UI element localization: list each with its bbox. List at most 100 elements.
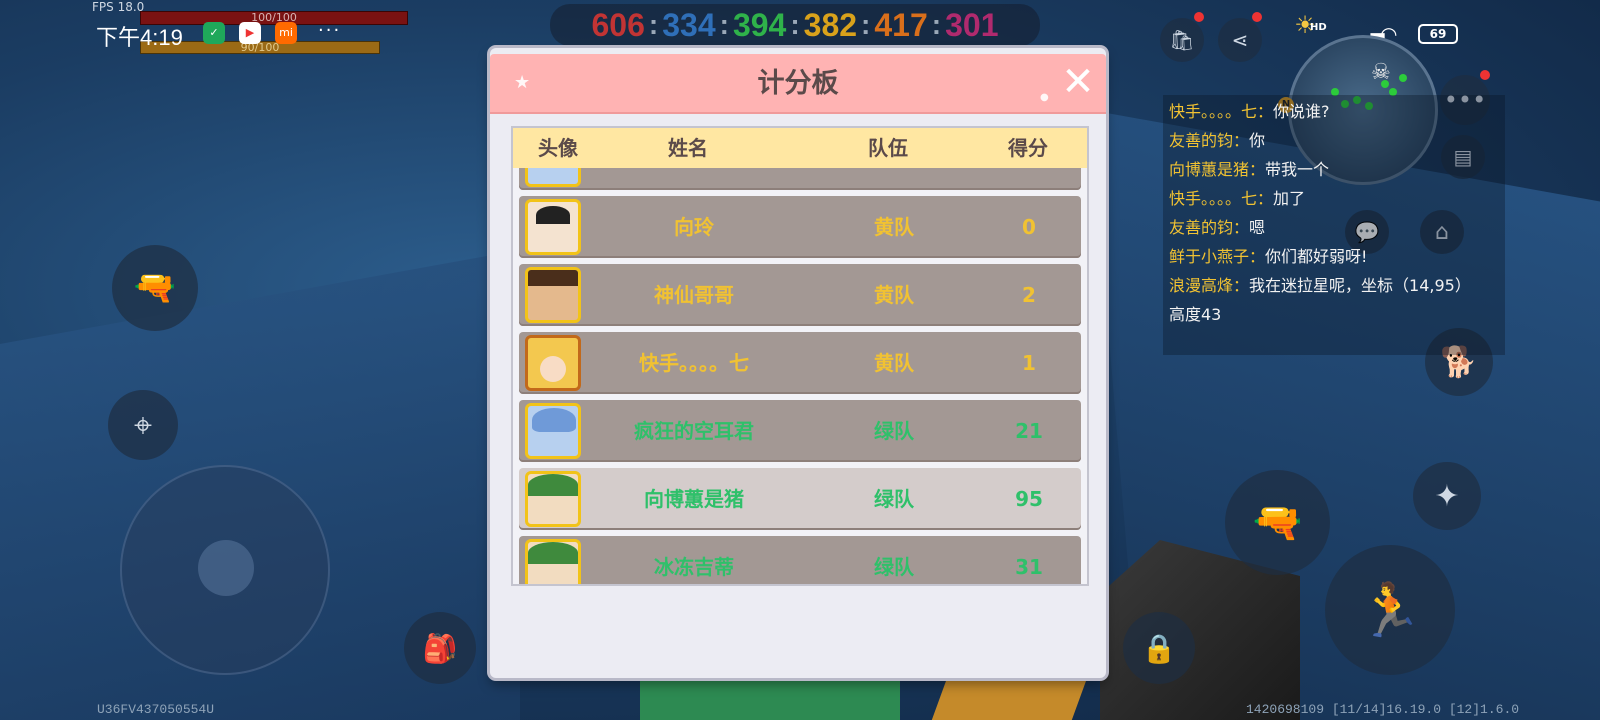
player-name: 冰冻吉蒂 (654, 555, 734, 579)
chat-message: 浪漫高烽：我在迷拉星呢，坐标（14,95） (1169, 271, 1499, 300)
player-score: 2 (1022, 283, 1036, 307)
avatar (525, 539, 581, 584)
table-row[interactable]: 快手。。。。七 黄队 1 (519, 332, 1081, 394)
team-score-red: 606 (591, 6, 645, 43)
hd-indicator: HD (1310, 22, 1327, 33)
player-name: 疯狂的空耳君 (634, 419, 754, 443)
chat-text: 你 (1249, 131, 1266, 150)
build-info: 1420698109 [11/14]16.19.0 [12]1.6.0 (1246, 702, 1520, 717)
table-row[interactable]: 向博蕙是猪 绿队 95 (519, 468, 1081, 530)
player-name: 神仙哥哥 (654, 283, 734, 307)
jump-button[interactable]: 🏃 (1325, 545, 1455, 675)
battery-indicator: 69 (1418, 24, 1458, 44)
sparkle-icon: ● (1040, 92, 1049, 103)
player-score: 0 (1022, 215, 1036, 239)
table-row[interactable]: 冰冻吉蒂 绿队 31 (519, 536, 1081, 584)
craft-button[interactable]: 🔒 (1123, 612, 1195, 684)
player-team: 黄队 (874, 215, 914, 239)
close-button[interactable]: ✕ (1058, 62, 1098, 104)
avatar (525, 267, 581, 323)
chat-sender: 友善的钧 (1169, 218, 1234, 237)
chat-message: 快手。。。。七：加了 (1169, 184, 1499, 213)
score-separator: : (719, 9, 729, 40)
chat-message: 高度43 (1169, 300, 1499, 329)
chat-text: 你说谁? (1273, 102, 1330, 121)
aim-button[interactable]: ⌖ (108, 390, 178, 460)
avatar (525, 403, 581, 459)
chat-panel: 快手。。。。七：你说谁? 友善的钧：你 向博蕙是猪：带我一个 快手。。。。七：加… (1163, 95, 1505, 355)
player-name: 快手。。。。七 (639, 351, 749, 375)
avatar (525, 335, 581, 391)
avatar (525, 471, 581, 527)
team-score-orange: 417 (874, 6, 928, 43)
chat-text: 带我一个 (1265, 160, 1330, 179)
team-score-yellow: 382 (803, 6, 858, 43)
score-separator: : (931, 9, 942, 40)
scoreboard-title: 计分板 (757, 68, 839, 99)
shield-app-icon: ✓ (203, 22, 225, 44)
more-menu-badge (1480, 70, 1490, 80)
chat-sender: 鲜于小燕子 (1169, 247, 1250, 266)
player-team: 绿队 (874, 555, 914, 579)
mi-app-icon: mi (275, 22, 297, 44)
avatar (525, 199, 581, 255)
skull-icon: ☠ (1371, 60, 1391, 85)
score-separator: : (790, 9, 800, 40)
chat-text: 我在迷拉星呢，坐标（14,95） (1249, 276, 1471, 295)
team-score-blue: 334 (662, 6, 716, 43)
emote-button[interactable]: ✦ (1413, 462, 1481, 530)
status-more-icon: ··· (318, 20, 342, 41)
chat-separator: ： (1249, 160, 1266, 179)
scoreboard-table[interactable]: 头像 姓名 队伍 得分 向玲 黄队 0 神仙哥哥 黄队 2 快手。。。。七 黄队… (511, 126, 1089, 586)
chat-separator: ： (1233, 276, 1250, 295)
shop-button[interactable]: 🛍 (1160, 18, 1204, 62)
column-team: 队伍 (868, 136, 908, 160)
attack-button[interactable]: 🔫 (1225, 470, 1330, 575)
chat-separator: ： (1257, 102, 1274, 121)
backpack-button[interactable]: 🎒 (404, 612, 476, 684)
player-team: 绿队 (874, 487, 914, 511)
table-row[interactable]: 神仙哥哥 黄队 2 (519, 264, 1081, 326)
team-score-purple: 301 (945, 6, 999, 43)
fps-counter: FPS 18.0 (92, 0, 145, 14)
chat-sender: 快手。。。。七 (1169, 189, 1258, 208)
chat-text: 嗯 (1249, 218, 1266, 237)
player-name: 向博蕙是猪 (644, 487, 744, 511)
column-score: 得分 (1008, 136, 1048, 160)
chat-sender: 快手。。。。七 (1169, 102, 1258, 121)
score-separator: : (648, 9, 659, 40)
player-score: 31 (1015, 555, 1043, 579)
chat-message: 鲜于小燕子：你们都好弱呀! (1169, 242, 1499, 271)
player-team: 黄队 (874, 283, 914, 307)
column-name: 姓名 (668, 136, 708, 160)
chat-separator: ： (1249, 247, 1266, 266)
chat-text: 加了 (1273, 189, 1306, 208)
joystick-knob[interactable] (198, 540, 254, 596)
chat-message: 向博蕙是猪：带我一个 (1169, 155, 1499, 184)
share-badge (1252, 12, 1262, 22)
player-score: 1 (1022, 351, 1036, 375)
weapon-button[interactable]: 🔫 (112, 245, 198, 331)
chat-text: 高度43 (1169, 305, 1222, 324)
score-separator: : (861, 9, 871, 40)
chat-separator: ： (1233, 218, 1250, 237)
team-score-green: 394 (732, 6, 787, 43)
device-id: U36FV437050554U (97, 702, 215, 717)
status-time: 下午4:19 (96, 25, 183, 50)
player-score: 21 (1015, 419, 1043, 443)
table-header: 头像 姓名 队伍 得分 (513, 128, 1087, 168)
table-row[interactable]: 疯狂的空耳君 绿队 21 (519, 400, 1081, 462)
chat-text: 你们都好弱呀! (1265, 247, 1368, 266)
player-score: 95 (1015, 487, 1043, 511)
player-team: 黄队 (874, 351, 914, 375)
chat-separator: ： (1257, 189, 1274, 208)
chat-message: 友善的钧：嗯 (1169, 213, 1499, 242)
shop-badge (1194, 12, 1204, 22)
player-team: 绿队 (874, 419, 914, 443)
chat-sender: 浪漫高烽 (1169, 276, 1234, 295)
share-button[interactable]: ⋖ (1218, 18, 1262, 62)
chat-message: 快手。。。。七：你说谁? (1169, 97, 1499, 126)
table-row[interactable]: 向玲 黄队 0 (519, 196, 1081, 258)
star-icon: ★ (514, 72, 531, 93)
chat-message: 友善的钧：你 (1169, 126, 1499, 155)
